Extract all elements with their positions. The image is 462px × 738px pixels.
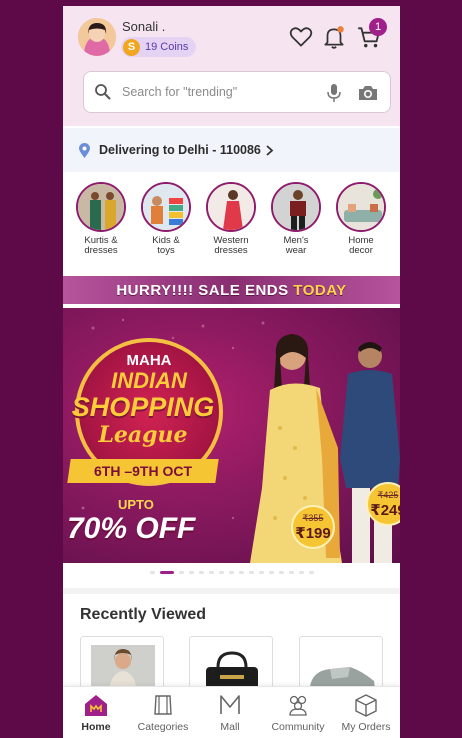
carousel-dot[interactable] [149, 570, 155, 574]
sale-text-main: HURRY!!!! SALE ENDS [116, 281, 294, 299]
carousel-dot[interactable] [278, 570, 284, 574]
carousel-dot[interactable] [198, 570, 204, 574]
category-home-decor[interactable]: Home decor [331, 182, 391, 256]
category-row: Kurtis & dresses Kids & toys Western dre… [63, 182, 400, 272]
recently-viewed-title: Recently Viewed [80, 606, 206, 623]
banner-line-shopping: SHOPPING [71, 392, 215, 422]
price-tag-old: ₹425 [377, 490, 399, 500]
carousel-dot[interactable] [298, 570, 304, 574]
category-kids-toys[interactable]: Kids & toys [136, 182, 196, 256]
date-ribbon: 6TH –9TH OCT [67, 459, 219, 483]
carousel-dot[interactable] [208, 570, 214, 574]
camera-icon[interactable] [357, 84, 379, 102]
sale-text: HURRY!!!! SALE ENDS TODAY [116, 282, 346, 299]
banner-line-indian: INDIAN [111, 368, 187, 393]
category-label: Home decor [348, 235, 374, 256]
category-western-dresses[interactable]: Western dresses [201, 182, 261, 256]
carousel-dot[interactable] [268, 570, 274, 574]
chevron-right-icon [266, 144, 274, 156]
carousel-dot-active[interactable] [159, 570, 174, 574]
cart-count-badge: 1 [369, 18, 387, 36]
community-icon [289, 695, 307, 716]
price-tag-new: ₹249 [370, 502, 400, 519]
nav-my-orders[interactable]: My Orders [333, 687, 399, 738]
nav-label: Community [271, 721, 325, 733]
sale-text-accent: TODAY [293, 281, 347, 299]
banner-line-league: League [98, 422, 188, 448]
app-screen: Sonali . S 19 Coins 1 Search for "trendi… [63, 6, 400, 738]
category-image [141, 182, 191, 232]
delivery-text: Delivering to Delhi - 110086 [99, 143, 261, 157]
search-icon [95, 84, 111, 100]
category-label: Kurtis & dresses [84, 235, 118, 256]
search-placeholder: Search for "trending" [122, 85, 238, 99]
coins-badge[interactable]: S 19 Coins [121, 37, 197, 57]
category-image [271, 182, 321, 232]
home-icon [85, 695, 107, 716]
avatar[interactable] [78, 18, 116, 56]
location-pin-icon [79, 142, 90, 158]
carousel-dot[interactable] [228, 570, 234, 574]
nav-label: Home [81, 721, 111, 733]
orders-icon [355, 694, 377, 717]
carousel-dot[interactable] [258, 570, 264, 574]
nav-label: Categories [137, 721, 189, 733]
banner-line-maha: MAHA [126, 352, 172, 369]
mall-icon [220, 695, 240, 714]
price-tag-1: ₹355 ₹199 [291, 505, 335, 549]
categories-icon [154, 695, 172, 715]
heart-icon[interactable] [288, 24, 314, 50]
nav-mall[interactable]: Mall [197, 687, 263, 738]
category-label: Kids & toys [152, 235, 180, 256]
carousel-dots [63, 567, 400, 577]
nav-community[interactable]: Community [265, 687, 331, 738]
category-label: Men's wear [283, 235, 309, 256]
price-tag-new: ₹199 [295, 525, 331, 542]
carousel-dot[interactable] [218, 570, 224, 574]
sale-dates: 6TH –9TH OCT [93, 463, 192, 479]
coin-icon: S [123, 38, 140, 56]
carousel-dot[interactable] [288, 570, 294, 574]
nav-categories[interactable]: Categories [130, 687, 196, 738]
search-bar[interactable]: Search for "trending" [83, 71, 391, 113]
category-image [76, 182, 126, 232]
username: Sonali . [122, 19, 166, 34]
carousel-dot[interactable] [248, 570, 254, 574]
upto-text: UPTO [118, 497, 154, 512]
category-kurtis-dresses[interactable]: Kurtis & dresses [71, 182, 131, 256]
header: Sonali . S 19 Coins 1 Search for "trendi… [63, 6, 400, 126]
category-image [336, 182, 386, 232]
carousel-dot[interactable] [188, 570, 194, 574]
category-label: Western dresses [213, 235, 249, 256]
bottom-navigation: Home Categories Mall Community My Orders [63, 686, 400, 738]
category-mens-wear[interactable]: Men's wear [266, 182, 326, 256]
nav-home[interactable]: Home [63, 687, 129, 738]
carousel-dot[interactable] [308, 570, 314, 574]
price-tag-old: ₹355 [302, 513, 324, 523]
discount-text: 70% OFF [67, 512, 196, 545]
carousel-dot[interactable] [178, 570, 184, 574]
category-image [206, 182, 256, 232]
delivery-location[interactable]: Delivering to Delhi - 110086 [63, 128, 400, 172]
mic-icon[interactable] [327, 83, 341, 103]
carousel-dot[interactable] [238, 570, 244, 574]
nav-label: My Orders [341, 721, 391, 733]
coins-label: 19 Coins [145, 41, 189, 53]
promo-banner[interactable]: MAHA INDIAN SHOPPING League 6TH –9TH OCT… [63, 308, 400, 563]
bell-icon[interactable] [321, 24, 347, 50]
nav-label: Mall [220, 721, 240, 733]
sale-strip[interactable]: HURRY!!!! SALE ENDS TODAY [63, 276, 400, 304]
